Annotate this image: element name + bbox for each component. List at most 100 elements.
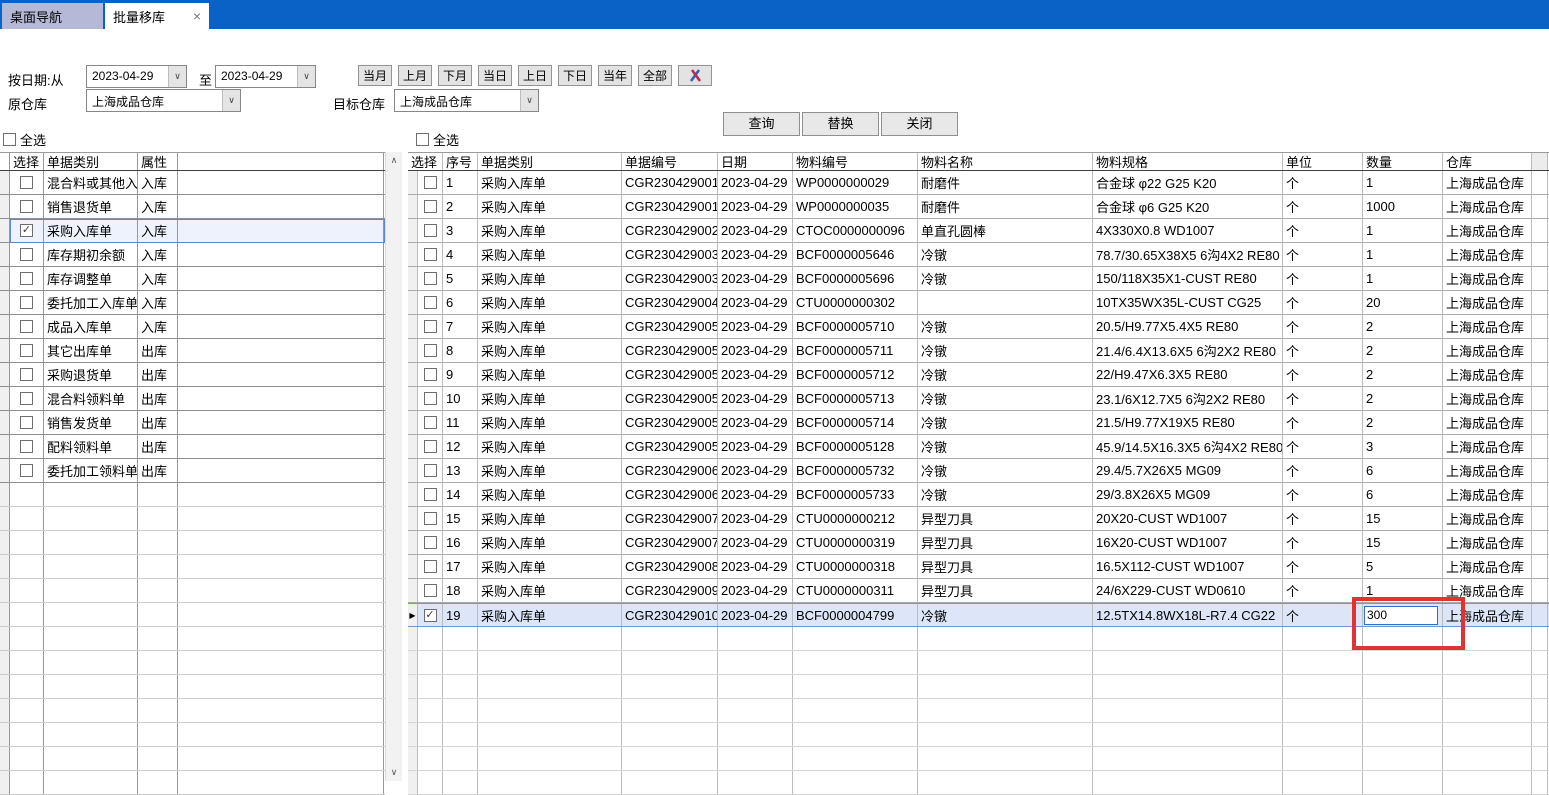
date-to-select[interactable]: 2023-04-29 ∨: [215, 65, 316, 88]
table-row[interactable]: 16采购入库单CGR2304290072023-04-29CTU00000003…: [408, 531, 1549, 555]
row-checkbox[interactable]: [424, 344, 437, 357]
right-select-all[interactable]: 全选: [416, 130, 459, 149]
period-button[interactable]: 上日: [518, 65, 552, 86]
row-checkbox[interactable]: [424, 416, 437, 429]
close-button[interactable]: 关闭: [881, 112, 958, 136]
row-checkbox[interactable]: [424, 488, 437, 501]
row-checkbox[interactable]: ✓: [424, 609, 437, 622]
row-checkbox[interactable]: ✓: [20, 224, 33, 237]
period-button[interactable]: 下月: [438, 65, 472, 86]
table-row[interactable]: 委托加工入库单入库: [0, 291, 385, 315]
row-checkbox[interactable]: [20, 296, 33, 309]
table-row[interactable]: 14采购入库单CGR2304290062023-04-29BCF00000057…: [408, 483, 1549, 507]
row-checkbox[interactable]: [20, 248, 33, 261]
row-checkbox[interactable]: [20, 200, 33, 213]
table-row[interactable]: 9采购入库单CGR2304290052023-04-29BCF000000571…: [408, 363, 1549, 387]
period-button[interactable]: 当日: [478, 65, 512, 86]
spec-cell: 合金球 φ22 G25 K20: [1093, 171, 1283, 194]
row-checkbox[interactable]: [424, 368, 437, 381]
date-from-select[interactable]: 2023-04-29 ∨: [86, 65, 187, 88]
row-checkbox[interactable]: [424, 560, 437, 573]
row-checkbox[interactable]: [424, 200, 437, 213]
row-checkbox[interactable]: [424, 176, 437, 189]
table-row[interactable]: 18采购入库单CGR2304290092023-04-29CTU00000003…: [408, 579, 1549, 603]
chevron-down-icon[interactable]: ∨: [168, 66, 186, 87]
row-checkbox[interactable]: [424, 584, 437, 597]
tab-desktop-navigation[interactable]: 桌面导航: [2, 3, 103, 29]
row-checkbox[interactable]: [424, 392, 437, 405]
close-icon[interactable]: ×: [193, 9, 201, 23]
table-row[interactable]: 11采购入库单CGR2304290052023-04-29BCF00000057…: [408, 411, 1549, 435]
row-checkbox[interactable]: [424, 464, 437, 477]
row-checkbox[interactable]: [20, 392, 33, 405]
table-row[interactable]: 成品入库单入库: [0, 315, 385, 339]
scroll-up-icon[interactable]: ∧: [386, 152, 402, 169]
table-row[interactable]: 10采购入库单CGR2304290052023-04-29BCF00000057…: [408, 387, 1549, 411]
query-button[interactable]: 查询: [723, 112, 800, 136]
table-row[interactable]: 采购退货单出库: [0, 363, 385, 387]
checkbox[interactable]: [3, 133, 16, 146]
row-checkbox[interactable]: [20, 464, 33, 477]
table-row[interactable]: 混合料或其他入库入库: [0, 171, 385, 195]
table-row[interactable]: 7采购入库单CGR2304290052023-04-29BCF000000571…: [408, 315, 1549, 339]
table-row[interactable]: 销售退货单入库: [0, 195, 385, 219]
row-checkbox[interactable]: [20, 320, 33, 333]
table-row[interactable]: 1采购入库单CGR2304290012023-04-29WP0000000029…: [408, 171, 1549, 195]
left-table-scrollbar[interactable]: ∧ ∨: [385, 152, 402, 781]
row-checkbox[interactable]: [20, 344, 33, 357]
table-row[interactable]: ▶✓19采购入库单CGR2304290102023-04-29BCF000000…: [408, 603, 1549, 627]
tab-batch-move[interactable]: 批量移库 ×: [105, 3, 209, 29]
select-checkbox-cell: [10, 267, 44, 290]
table-row[interactable]: 委托加工领料单出库: [0, 459, 385, 483]
row-checkbox[interactable]: [424, 296, 437, 309]
row-checkbox[interactable]: [424, 224, 437, 237]
scroll-down-icon[interactable]: ∨: [386, 764, 402, 781]
table-row[interactable]: 4采购入库单CGR2304290032023-04-29BCF000000564…: [408, 243, 1549, 267]
left-select-all[interactable]: 全选: [3, 130, 46, 149]
row-checkbox[interactable]: [424, 440, 437, 453]
checkbox[interactable]: [416, 133, 429, 146]
clear-filter-button[interactable]: [678, 65, 712, 86]
table-row[interactable]: ✓采购入库单入库: [0, 219, 385, 243]
table-row[interactable]: 2采购入库单CGR2304290012023-04-29WP0000000035…: [408, 195, 1549, 219]
period-button[interactable]: 当年: [598, 65, 632, 86]
row-checkbox[interactable]: [20, 440, 33, 453]
chevron-down-icon[interactable]: ∨: [222, 90, 240, 111]
target-warehouse-select[interactable]: 上海成品仓库 ∨: [394, 89, 539, 112]
period-button[interactable]: 上月: [398, 65, 432, 86]
chevron-down-icon[interactable]: ∨: [297, 66, 315, 87]
table-row[interactable]: 其它出库单出库: [0, 339, 385, 363]
row-checkbox[interactable]: [20, 368, 33, 381]
row-checkbox[interactable]: [20, 416, 33, 429]
table-row[interactable]: 3采购入库单CGR2304290022023-04-29CTOC00000000…: [408, 219, 1549, 243]
source-warehouse-select[interactable]: 上海成品仓库 ∨: [86, 89, 241, 112]
table-row[interactable]: 13采购入库单CGR2304290062023-04-29BCF00000057…: [408, 459, 1549, 483]
row-checkbox[interactable]: [424, 248, 437, 261]
spec-cell: 16X20-CUST WD1007: [1093, 531, 1283, 554]
table-row[interactable]: 5采购入库单CGR2304290032023-04-29BCF000000569…: [408, 267, 1549, 291]
table-row[interactable]: 库存期初余额入库: [0, 243, 385, 267]
period-button[interactable]: 当月: [358, 65, 392, 86]
replace-button[interactable]: 替换: [802, 112, 879, 136]
table-row[interactable]: 配料领料单出库: [0, 435, 385, 459]
row-checkbox[interactable]: [424, 320, 437, 333]
quantity-input[interactable]: [1364, 606, 1438, 625]
period-button[interactable]: 下日: [558, 65, 592, 86]
table-row[interactable]: 混合料领料单出库: [0, 387, 385, 411]
table-row[interactable]: 12采购入库单CGR2304290052023-04-29BCF00000051…: [408, 435, 1549, 459]
row-checkbox[interactable]: [424, 272, 437, 285]
table-row[interactable]: 15采购入库单CGR2304290072023-04-29CTU00000002…: [408, 507, 1549, 531]
row-checkbox[interactable]: [20, 176, 33, 189]
row-checkbox[interactable]: [424, 512, 437, 525]
table-row[interactable]: 17采购入库单CGR2304290082023-04-29CTU00000003…: [408, 555, 1549, 579]
table-row[interactable]: 库存调整单入库: [0, 267, 385, 291]
table-row[interactable]: 6采购入库单CGR2304290042023-04-29CTU000000030…: [408, 291, 1549, 315]
period-button[interactable]: 全部: [638, 65, 672, 86]
table-row[interactable]: 销售发货单出库: [0, 411, 385, 435]
row-checkbox[interactable]: [20, 272, 33, 285]
table-row[interactable]: 8采购入库单CGR2304290052023-04-29BCF000000571…: [408, 339, 1549, 363]
attr-cell: [138, 507, 178, 530]
row-checkbox[interactable]: [424, 536, 437, 549]
chevron-down-icon[interactable]: ∨: [520, 90, 538, 111]
doc-no-cell: CGR230429005: [622, 339, 718, 362]
